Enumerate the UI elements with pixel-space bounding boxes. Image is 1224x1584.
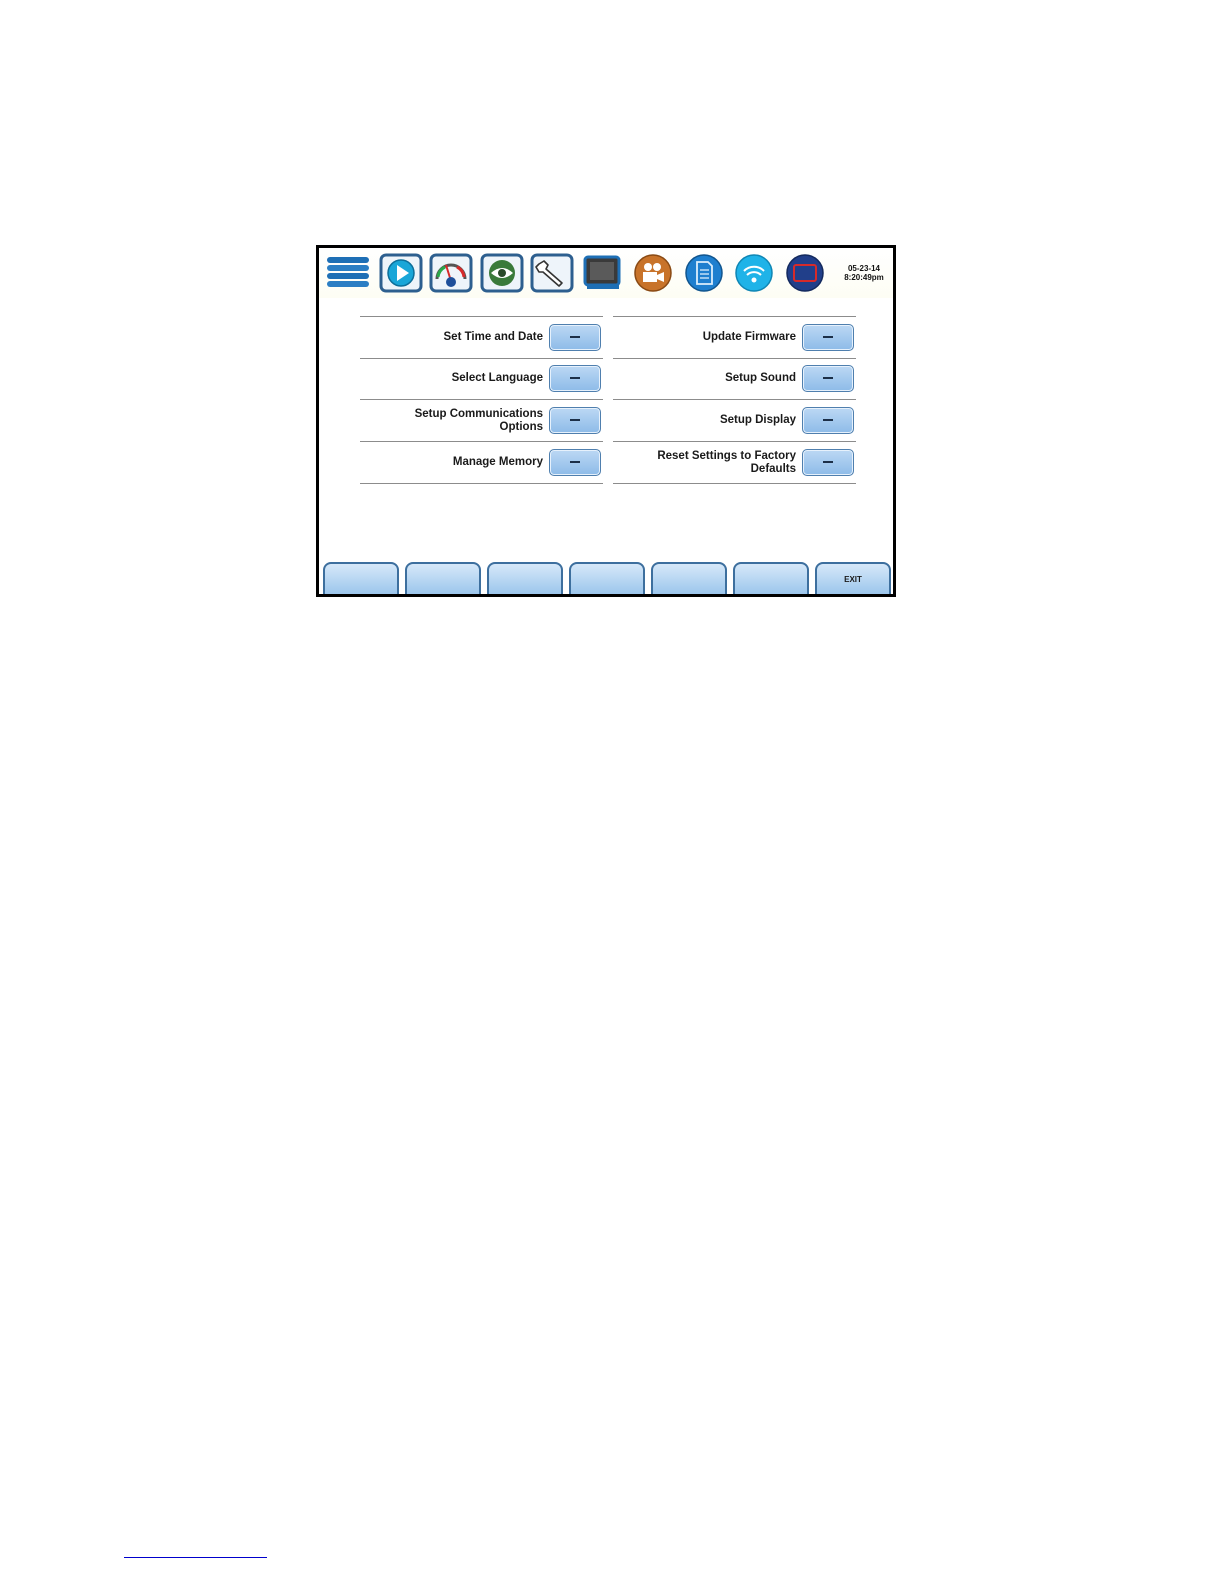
reset-factory-defaults-button[interactable]: [802, 449, 854, 476]
exit-softkey[interactable]: EXIT: [815, 562, 891, 594]
dash-icon: [823, 377, 833, 379]
softkey-4[interactable]: [569, 562, 645, 594]
date-time-display: 05-23-14 8:20:49pm: [835, 264, 893, 282]
softkey-3[interactable]: [487, 562, 563, 594]
dash-icon: [570, 336, 580, 338]
setup-communications-button[interactable]: [549, 407, 601, 434]
update-firmware-label: Update Firmware: [702, 331, 796, 343]
menu-row-setup-sound: Setup Sound: [613, 358, 856, 400]
monitor-icon[interactable]: [581, 253, 625, 293]
menu-row-setup-communications: Setup Communications Options: [360, 400, 603, 442]
document-icon[interactable]: [682, 253, 726, 293]
setup-sound-label: Setup Sound: [725, 372, 796, 384]
set-time-date-button[interactable]: [549, 324, 601, 351]
menu-row-update-firmware: Update Firmware: [613, 316, 856, 359]
dash-icon: [570, 377, 580, 379]
dash-icon: [823, 419, 833, 421]
dash-icon: [823, 336, 833, 338]
softkey-2[interactable]: [405, 562, 481, 594]
date-text: 05-23-14: [847, 264, 881, 273]
menu-stack-icon[interactable]: [326, 253, 370, 293]
setup-display-button[interactable]: [802, 407, 854, 434]
manage-memory-label: Manage Memory: [452, 456, 543, 468]
setup-communications-label: Setup Communications Options: [414, 407, 543, 433]
menu-row-manage-memory: Manage Memory: [360, 442, 603, 484]
gauge-meter-icon[interactable]: [429, 253, 473, 293]
softkey-5[interactable]: [651, 562, 727, 594]
top-toolbar: 05-23-14 8:20:49pm: [319, 248, 893, 298]
wrench-icon[interactable]: [530, 253, 574, 293]
camera-icon[interactable]: [631, 253, 675, 293]
screen-rectangle-icon[interactable]: [783, 253, 827, 293]
dash-icon: [570, 419, 580, 421]
device-screen: 05-23-14 8:20:49pm Set Time and Date Sel…: [316, 245, 896, 597]
eye-icon[interactable]: [480, 253, 524, 293]
menu-row-set-time-date: Set Time and Date: [360, 316, 603, 359]
play-icon[interactable]: [379, 253, 423, 293]
select-language-button[interactable]: [549, 365, 601, 392]
menu-row-reset-factory-defaults: Reset Settings to Factory Defaults: [613, 442, 856, 484]
softkey-1[interactable]: [323, 562, 399, 594]
footnote-rule: [124, 1557, 267, 1558]
time-text: 8:20:49pm: [844, 273, 884, 282]
reset-factory-defaults-label: Reset Settings to Factory Defaults: [657, 449, 796, 475]
wireless-icon[interactable]: [732, 253, 776, 293]
manage-memory-button[interactable]: [549, 449, 601, 476]
select-language-label: Select Language: [451, 372, 543, 384]
menu-row-setup-display: Setup Display: [613, 400, 856, 442]
dash-icon: [823, 461, 833, 463]
set-time-date-label: Set Time and Date: [443, 331, 544, 343]
softkey-bar: EXIT: [323, 560, 891, 594]
softkey-6[interactable]: [733, 562, 809, 594]
dash-icon: [570, 461, 580, 463]
update-firmware-button[interactable]: [802, 324, 854, 351]
setup-display-label: Setup Display: [719, 414, 796, 426]
setup-sound-button[interactable]: [802, 365, 854, 392]
menu-row-select-language: Select Language: [360, 358, 603, 400]
